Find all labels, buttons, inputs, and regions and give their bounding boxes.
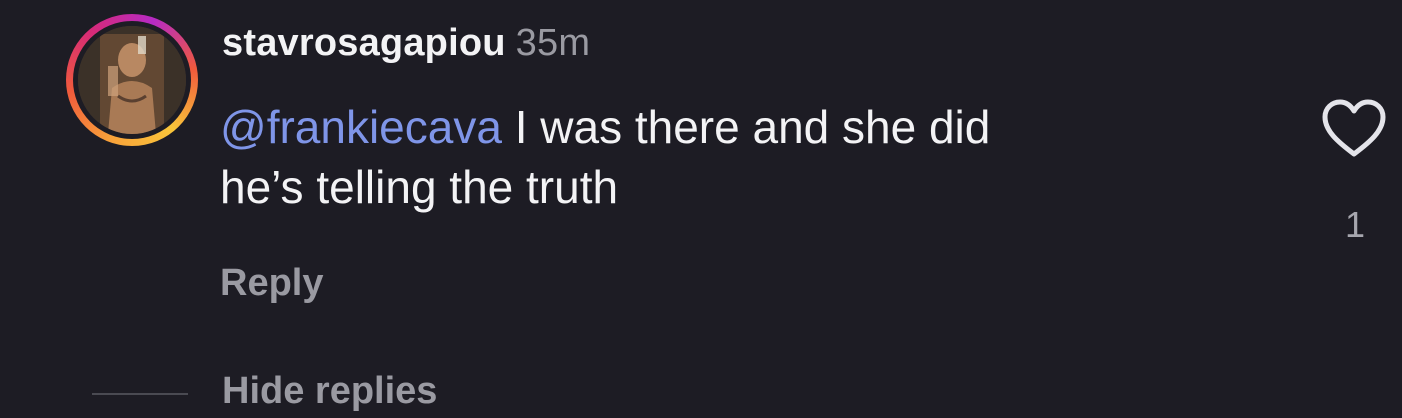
heart-outline-icon bbox=[1322, 99, 1386, 157]
comment-username[interactable]: stavrosagapiou bbox=[222, 22, 506, 64]
comment-header: stavrosagapiou 35m bbox=[222, 22, 590, 65]
hide-replies-button[interactable]: Hide replies bbox=[222, 370, 437, 413]
avatar-photo bbox=[78, 26, 186, 134]
avatar[interactable] bbox=[78, 26, 186, 134]
like-button[interactable] bbox=[1320, 98, 1388, 160]
avatar-ring-gap bbox=[73, 21, 191, 139]
comment-mention[interactable]: @frankiecava bbox=[220, 101, 502, 153]
comment-text-line2: he’s telling the truth bbox=[220, 161, 619, 213]
comment-text-line1: I was there and she did bbox=[501, 101, 991, 153]
avatar-story-ring[interactable] bbox=[66, 14, 198, 146]
comment-body: @frankiecava I was there and she did he’… bbox=[220, 97, 1240, 217]
reply-button[interactable]: Reply bbox=[220, 262, 323, 305]
comment-timestamp: 35m bbox=[515, 22, 591, 64]
like-count: 1 bbox=[1344, 204, 1366, 245]
replies-divider bbox=[92, 393, 188, 395]
